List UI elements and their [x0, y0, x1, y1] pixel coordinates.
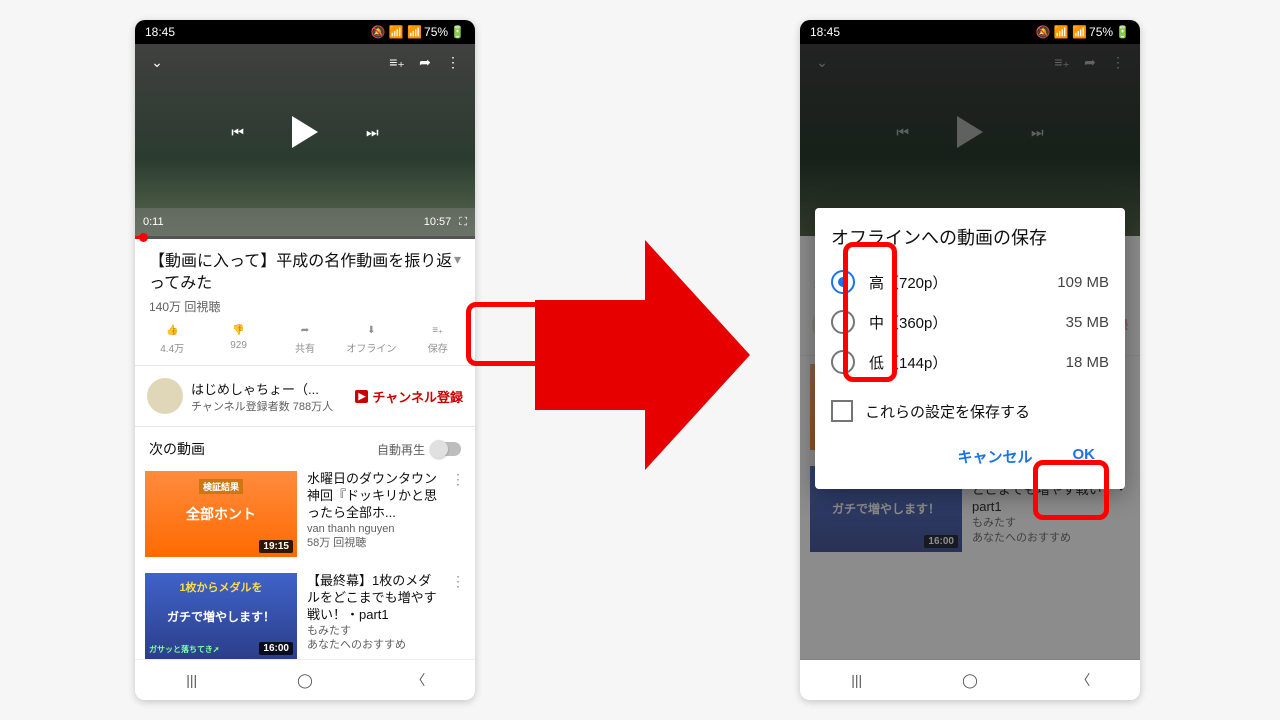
back-button[interactable]: 〈 — [388, 670, 448, 690]
duration-badge: 19:15 — [259, 540, 293, 553]
item-menu-icon[interactable]: ⋮ — [451, 471, 465, 557]
library-add-icon: ≡₊ — [432, 325, 443, 336]
rec-title: 【最終幕】1枚のメダルをどこまでも増やす戦い！・part1 — [307, 573, 441, 624]
status-time: 18:45 — [810, 25, 840, 39]
item-menu-icon[interactable]: ⋮ — [451, 573, 465, 659]
duration-badge: 16:00 — [259, 642, 293, 655]
fullscreen-icon[interactable]: ⛶ — [459, 216, 467, 229]
autoplay-label: 自動再生 — [377, 441, 425, 458]
total-time: 10:57 — [424, 216, 452, 228]
play-icon[interactable] — [292, 116, 318, 148]
autoplay-toggle[interactable] — [431, 442, 461, 456]
prev-track-icon[interactable]: ⏮ — [231, 124, 244, 141]
rec-title: 水曜日のダウンタウン神回『ドッキリかと思ったら全部ホ... — [307, 471, 441, 522]
cancel-button[interactable]: キャンセル — [947, 440, 1042, 473]
recommended-item[interactable]: 1枚からメダルを ガチで増やします！ ガサッと落ちてき➚ 16:00 【最終幕】… — [135, 565, 475, 667]
recommended-item[interactable]: 検証結果 全部ホント 19:15 水曜日のダウンタウン神回『ドッキリかと思ったら… — [135, 463, 475, 565]
share-button[interactable]: ➦ 共有 — [272, 325, 338, 355]
status-icons: 🔕 📶 📶 75%🔋 — [1036, 25, 1130, 39]
elapsed-time: 0:11 — [143, 216, 164, 228]
next-video-heading: 次の動画 — [149, 439, 205, 459]
thumbnail: 1枚からメダルを ガチで増やします！ ガサッと落ちてき➚ 16:00 — [145, 573, 297, 659]
youtube-icon: ▶ — [355, 390, 368, 403]
thumbnail: 検証結果 全部ホント 19:15 — [145, 471, 297, 557]
subscriber-count: チャンネル登録者数 788万人 — [191, 398, 347, 414]
add-to-playlist-icon[interactable]: ≡₊ — [383, 48, 411, 76]
recents-button[interactable]: ||| — [827, 672, 887, 688]
home-button[interactable]: ◯ — [940, 672, 1000, 689]
back-button[interactable]: 〈 — [1053, 670, 1113, 690]
phone-before: 18:45 🔕 📶 📶 75%🔋 ⌄ ≡₊ ➦ ⋮ ⏮ ⏭ 0:11 10:57… — [135, 20, 475, 700]
more-vert-icon[interactable]: ⋮ — [439, 48, 467, 76]
status-bar: 18:45 🔕 📶 📶 75%🔋 — [135, 20, 475, 44]
rec-channel: もみたす — [307, 624, 441, 638]
status-bar: 18:45 🔕 📶 📶 75%🔋 — [800, 20, 1140, 44]
share-arrow-icon[interactable]: ➦ — [411, 48, 439, 76]
dislike-button[interactable]: 👎 929 — [205, 325, 271, 355]
remember-settings-row[interactable]: これらの設定を保存する — [831, 382, 1109, 432]
status-time: 18:45 — [145, 25, 175, 39]
checkbox-icon — [831, 400, 853, 422]
like-button[interactable]: 👍 4.4万 — [139, 325, 205, 355]
system-nav-bar: ||| ◯ 〈 — [800, 659, 1140, 700]
offline-button[interactable]: ⬇ オフライン — [338, 325, 404, 355]
video-player[interactable]: ⌄ ≡₊ ➦ ⋮ ⏮ ⏭ 0:11 10:57 ⛶ — [135, 44, 475, 236]
video-title[interactable]: 【動画に入って】平成の名作動画を振り返ってみた — [149, 251, 454, 294]
transition-arrow-icon — [535, 240, 750, 470]
subscribe-button[interactable]: ▶ チャンネル登録 — [355, 387, 463, 406]
channel-avatar[interactable] — [147, 378, 183, 414]
next-track-icon[interactable]: ⏭ — [366, 124, 379, 141]
status-icons: 🔕 📶 📶 75%🔋 — [371, 25, 465, 39]
save-button[interactable]: ≡₊ 保存 — [405, 325, 471, 355]
scrubber[interactable] — [135, 236, 475, 239]
callout-quality-radios — [843, 242, 897, 382]
collapse-icon[interactable]: ⌄ — [143, 48, 171, 76]
share-icon: ➦ — [301, 325, 309, 336]
view-count: 140万 回視聴 — [149, 298, 461, 315]
rec-channel: van thanh nguyen — [307, 522, 441, 536]
channel-name[interactable]: はじめしゃちょー（... — [191, 379, 347, 398]
download-icon: ⬇ — [367, 325, 375, 336]
thumb-up-icon: 👍 — [166, 325, 178, 336]
thumb-down-icon: 👎 — [232, 325, 244, 336]
callout-ok-button — [1033, 460, 1109, 520]
rec-views: あなたへのおすすめ — [307, 638, 441, 652]
home-button[interactable]: ◯ — [275, 672, 335, 689]
system-nav-bar: ||| ◯ 〈 — [135, 659, 475, 700]
rec-views: 58万 回視聴 — [307, 536, 441, 550]
expand-desc-icon[interactable]: ▾ — [454, 251, 461, 268]
recents-button[interactable]: ||| — [162, 672, 222, 688]
action-bar: 👍 4.4万 👎 929 ➦ 共有 ⬇ オフライン ≡₊ 保存 — [135, 319, 475, 366]
